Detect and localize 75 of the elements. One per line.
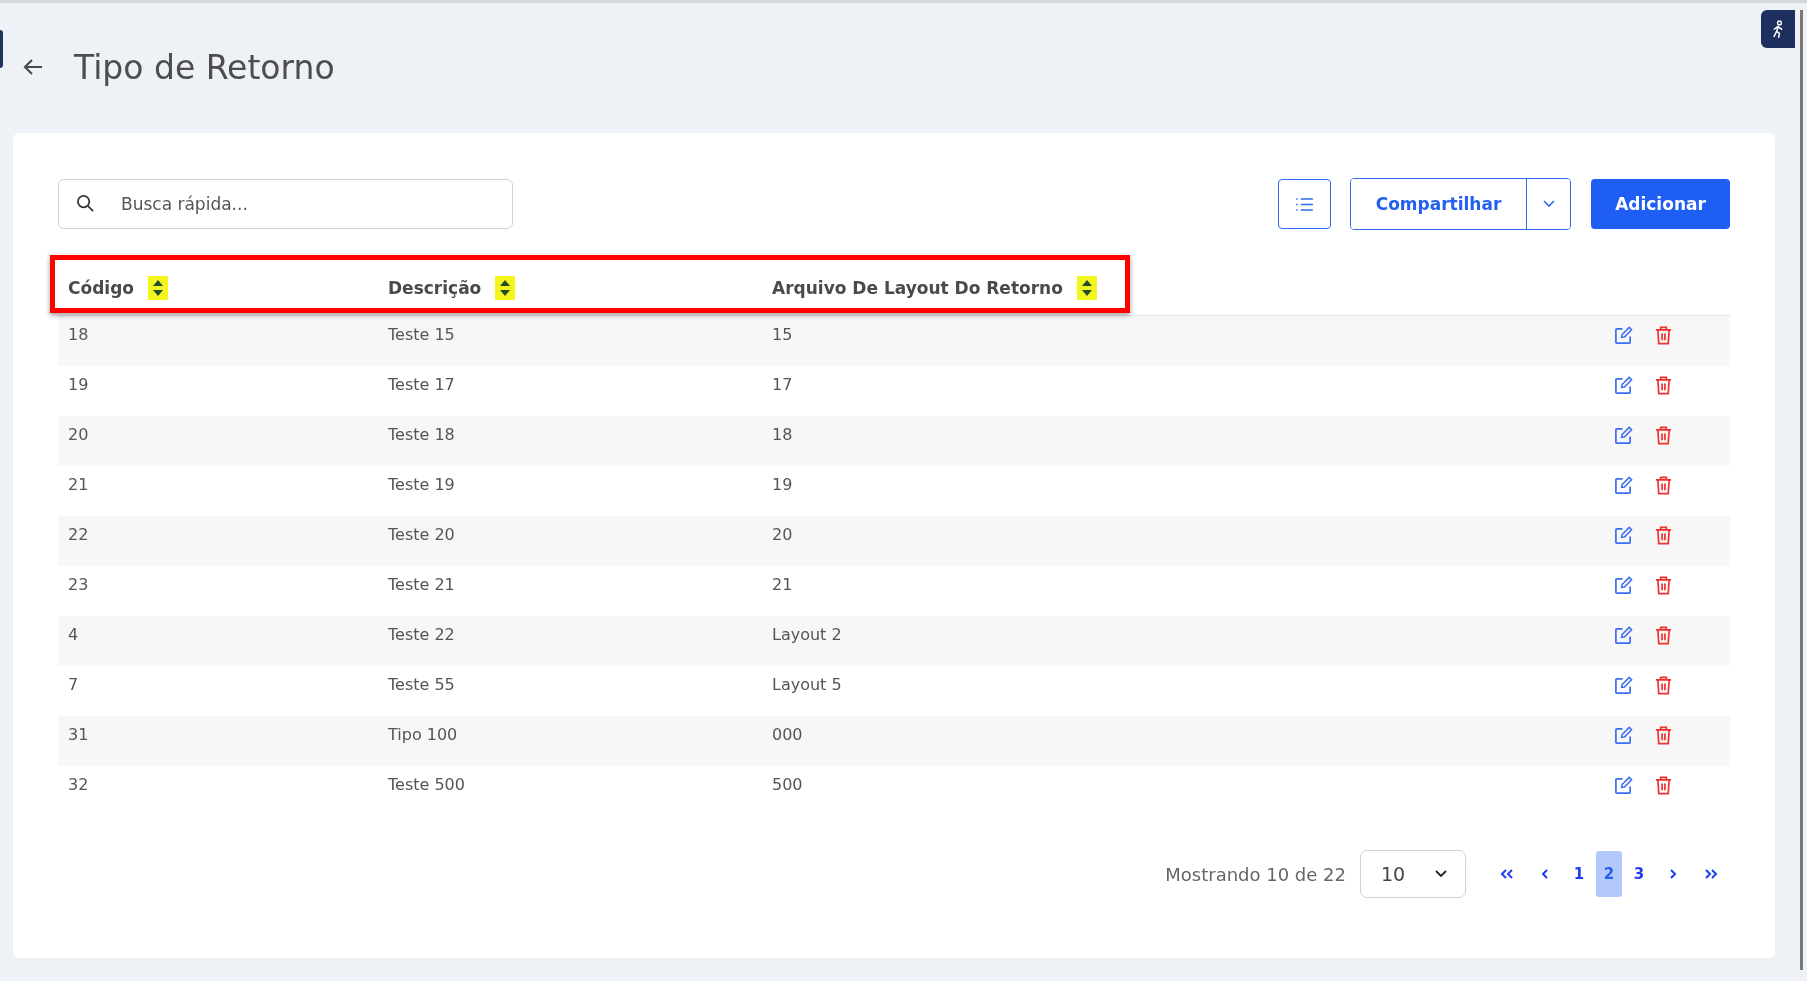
chevron-icon <box>1435 870 1447 878</box>
table-cell-text: Teste 15 <box>387 324 456 344</box>
table-cell-text: Layout 5 <box>771 674 843 694</box>
accessibility-button[interactable] <box>1761 10 1795 48</box>
table-cell-text: 17 <box>771 374 794 394</box>
table-cell-text: Teste 22 <box>387 624 456 644</box>
trash-icon[interactable] <box>1655 676 1672 695</box>
trash-icon[interactable] <box>1655 626 1672 645</box>
trash-icon[interactable] <box>1655 576 1672 595</box>
table-cell-text: Teste 20 <box>387 524 456 544</box>
table-cell-text: 4 <box>67 624 80 644</box>
chevron-left-icon <box>1541 869 1549 879</box>
edit-icon[interactable] <box>1614 726 1633 745</box>
table-cell-text: 31 <box>67 724 90 744</box>
table-cell-text: Teste 55 <box>387 674 456 694</box>
side-tab[interactable] <box>0 30 3 68</box>
edit-icon[interactable] <box>1614 676 1633 695</box>
table-cell-text: Teste 19 <box>387 474 456 494</box>
table-cell-text: Tipo 100 <box>387 724 459 744</box>
edit-icon[interactable] <box>1614 626 1633 645</box>
column-header[interactable]: Arquivo De Layout Do Retorno <box>772 277 1063 298</box>
table-cell-text: 19 <box>771 474 794 494</box>
table-cell-text: 000 <box>771 724 804 744</box>
table-cell-text: 18 <box>771 424 794 444</box>
edit-icon[interactable] <box>1614 476 1633 495</box>
sort-icon[interactable] <box>1076 275 1097 300</box>
chevron-right-icon <box>1669 869 1677 879</box>
table-cell-text: 500 <box>771 774 804 794</box>
list-view-button[interactable] <box>1278 179 1331 229</box>
table-cell-text: 21 <box>67 474 90 494</box>
pagination-summary: Mostrando 10 de 22 <box>1165 863 1346 885</box>
table-cell-text: 20 <box>771 524 794 544</box>
list-icon <box>1296 197 1313 211</box>
page-title: Tipo de Retorno <box>74 47 335 87</box>
table-cell-text: Teste 17 <box>387 374 456 394</box>
page-button[interactable]: 1 <box>1566 851 1592 897</box>
edit-icon[interactable] <box>1614 376 1633 395</box>
table-cell-text: 32 <box>67 774 90 794</box>
table-cell-text: 7 <box>67 674 80 694</box>
double-chevron-right-icon <box>1704 869 1718 879</box>
edit-icon[interactable] <box>1614 776 1633 795</box>
caret-icon <box>1542 200 1555 208</box>
sort-icon[interactable] <box>495 275 516 300</box>
table-cell-text: 20 <box>67 424 90 444</box>
table-cell-text: Teste 21 <box>387 574 456 594</box>
table-cell-text: 18 <box>67 324 90 344</box>
column-header[interactable]: Descrição <box>388 277 482 298</box>
edit-icon[interactable] <box>1614 526 1633 545</box>
trash-icon[interactable] <box>1655 726 1672 745</box>
share-menu-button[interactable] <box>1526 179 1570 229</box>
table-cell-text: Layout 2 <box>771 624 843 644</box>
edit-icon[interactable] <box>1614 576 1633 595</box>
column-header[interactable]: Código <box>68 277 134 298</box>
sort-icon[interactable] <box>148 275 168 300</box>
table-cell-text: 15 <box>771 324 794 344</box>
table-cell-text: 23 <box>67 574 90 594</box>
trash-icon[interactable] <box>1655 376 1672 395</box>
table-cell-text: 19 <box>67 374 90 394</box>
search-icon <box>76 194 95 213</box>
trash-icon[interactable] <box>1655 426 1672 445</box>
trash-icon[interactable] <box>1655 526 1672 545</box>
edit-icon[interactable] <box>1614 326 1633 345</box>
page-size-select[interactable]: 10 <box>1360 850 1466 898</box>
table-cell-text: Teste 18 <box>387 424 456 444</box>
trash-icon[interactable] <box>1655 776 1672 795</box>
table-cell-text: 21 <box>771 574 794 594</box>
add-button[interactable]: Adicionar <box>1591 179 1730 229</box>
double-chevron-left-icon <box>1500 869 1514 879</box>
page-button[interactable]: 3 <box>1626 851 1652 897</box>
search-field[interactable]: Busca rápida... <box>58 179 513 229</box>
trash-icon[interactable] <box>1655 476 1672 495</box>
table-cell-text: Teste 500 <box>387 774 466 794</box>
table-cell-text: 22 <box>67 524 90 544</box>
trash-icon[interactable] <box>1655 326 1672 345</box>
edit-icon[interactable] <box>1614 426 1633 445</box>
